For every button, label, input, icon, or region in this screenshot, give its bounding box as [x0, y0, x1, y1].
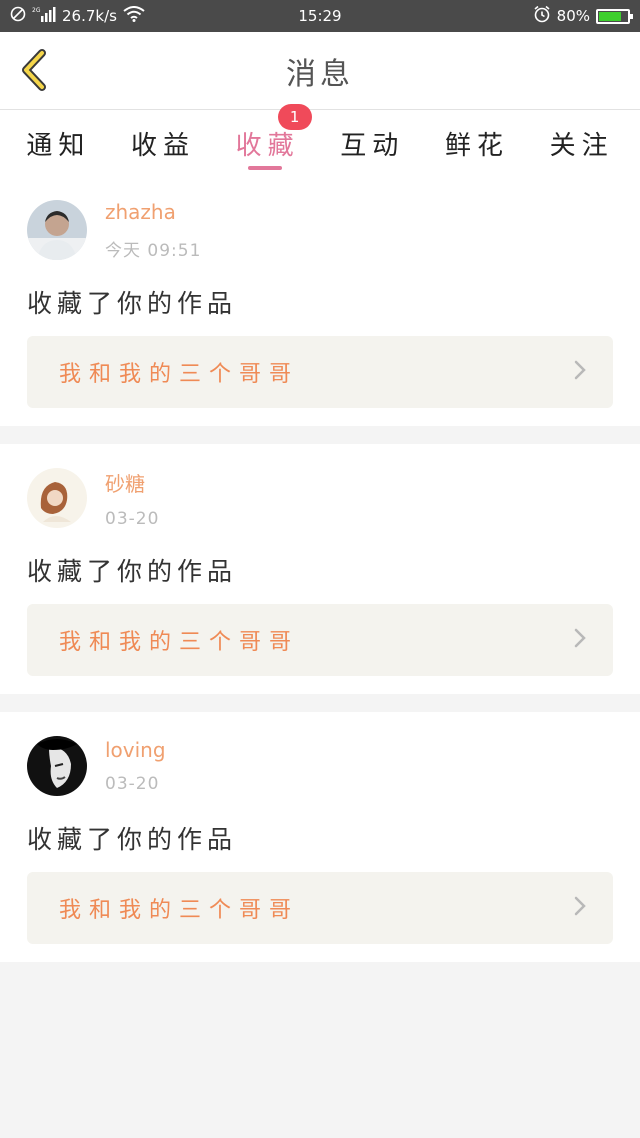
work-link[interactable]: 我和我的三个哥哥 [27, 336, 613, 408]
wifi-icon [123, 6, 145, 26]
tab-notifications[interactable]: 通知 [26, 110, 90, 176]
username[interactable]: zhazha [105, 200, 201, 224]
tab-earnings[interactable]: 收益 [131, 110, 195, 176]
tab-label: 收藏 [235, 130, 300, 161]
avatar[interactable] [27, 736, 87, 796]
tab-following[interactable]: 关注 [550, 110, 614, 176]
username[interactable]: loving [105, 738, 166, 762]
message-card: zhazha 今天 09:51 收藏了你的作品 我和我的三个哥哥 [0, 176, 640, 426]
message-card: loving 03-20 收藏了你的作品 我和我的三个哥哥 [0, 712, 640, 962]
alarm-icon [533, 5, 551, 27]
tab-label: 关注 [549, 130, 614, 161]
action-text: 收藏了你的作品 [27, 825, 238, 854]
tab-favorites[interactable]: 收藏 1 [235, 104, 312, 176]
timestamp: 03-20 [105, 774, 160, 794]
work-link[interactable]: 我和我的三个哥哥 [27, 604, 613, 676]
tab-flowers[interactable]: 鲜花 [445, 110, 509, 176]
message-list: zhazha 今天 09:51 收藏了你的作品 我和我的三个哥哥 砂糖 03-2… [0, 176, 640, 962]
tab-bar: 通知 收益 收藏 1 互动 鲜花 关注 [0, 104, 640, 176]
work-link[interactable]: 我和我的三个哥哥 [27, 872, 613, 944]
tab-label: 收益 [130, 130, 195, 161]
header: 消息 [0, 32, 640, 110]
no-disturb-icon [10, 6, 26, 26]
chevron-right-icon [573, 895, 587, 921]
work-title: 我和我的三个哥哥 [59, 898, 300, 923]
network-speed: 26.7k/s [62, 7, 117, 25]
avatar[interactable] [27, 468, 87, 528]
message-card: 砂糖 03-20 收藏了你的作品 我和我的三个哥哥 [0, 444, 640, 694]
status-bar: 2G 26.7k/s 15:29 80% [0, 0, 640, 32]
svg-text:2G: 2G [32, 7, 41, 14]
tab-label: 通知 [26, 130, 91, 161]
chevron-right-icon [573, 627, 587, 653]
unread-badge: 1 [277, 104, 312, 130]
battery-percent: 80% [556, 7, 590, 25]
username[interactable]: 砂糖 [105, 468, 159, 497]
action-text: 收藏了你的作品 [27, 289, 238, 318]
tab-interactions[interactable]: 互动 [340, 110, 404, 176]
avatar[interactable] [27, 200, 87, 260]
work-title: 我和我的三个哥哥 [59, 630, 300, 655]
chevron-right-icon [573, 359, 587, 385]
signal-icon: 2G [32, 6, 56, 26]
tab-label: 鲜花 [444, 130, 509, 161]
timestamp: 今天 09:51 [105, 240, 202, 261]
timestamp: 03-20 [105, 508, 160, 529]
battery-icon [596, 8, 633, 24]
battery-fill [599, 11, 622, 21]
work-title: 我和我的三个哥哥 [59, 362, 300, 387]
page-title: 消息 [286, 56, 354, 92]
chevron-left-icon [18, 49, 50, 95]
tab-label: 互动 [340, 130, 405, 161]
back-button[interactable] [14, 49, 54, 95]
action-text: 收藏了你的作品 [27, 557, 238, 586]
